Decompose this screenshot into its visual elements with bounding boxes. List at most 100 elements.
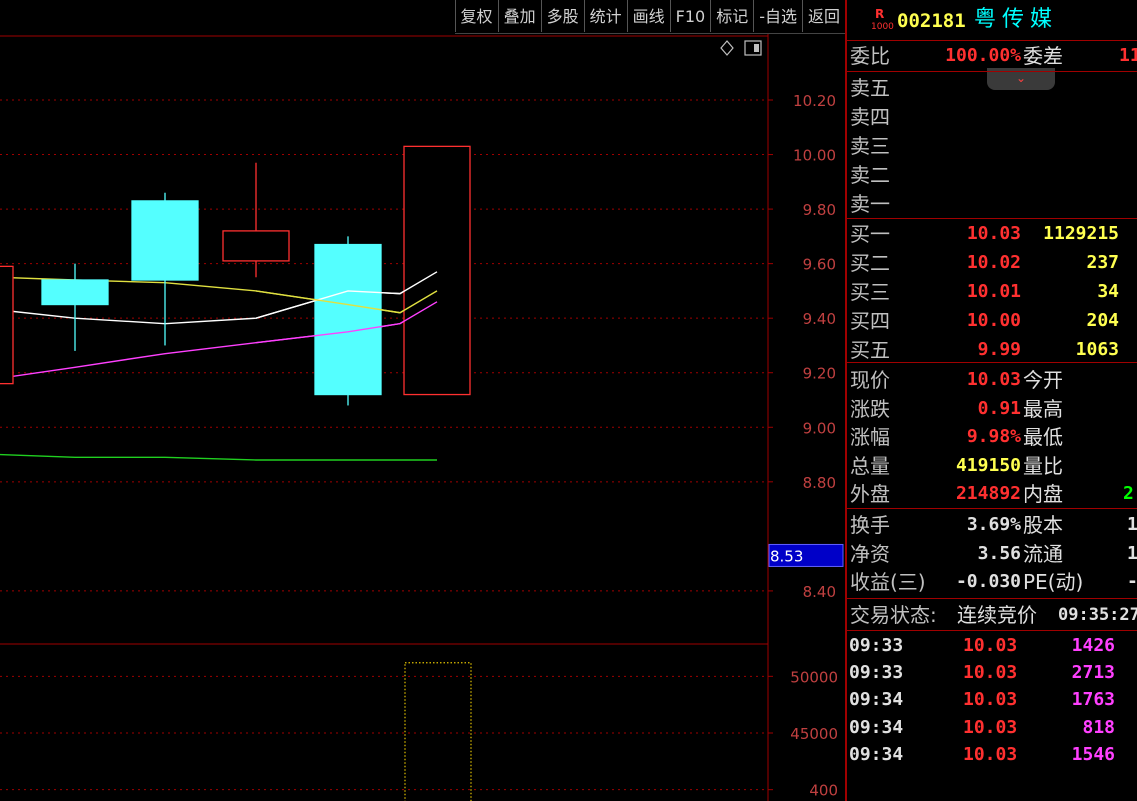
tick-price: 10.03 (963, 689, 1018, 711)
buy-order-label: 买三 (850, 280, 890, 304)
fundamental-stat-row: 换手 3.69% 股本 1 (847, 511, 1137, 539)
toolbar-item-f10[interactable]: F10 (669, 0, 711, 32)
divider (847, 71, 1137, 72)
candle-body (0, 265, 14, 385)
volume-tick-label: 400 (809, 782, 838, 800)
trading-status-value: 连续竞价 (957, 603, 1037, 627)
tick-row: 09:33 10.03 2713 (847, 659, 1137, 687)
price-stat-label2: 最高 (1023, 396, 1063, 421)
tick-price: 10.03 (963, 743, 1018, 765)
sell-order-row: 卖二 (847, 161, 1137, 189)
sell-order-row: 卖四 (847, 103, 1137, 131)
sell-order-label: 卖五 (850, 76, 890, 100)
buy-order-volume: 34 (1097, 281, 1119, 302)
price-stat-row: 外盘 214892内盘 2( (847, 480, 1137, 508)
diamond-icon (720, 40, 734, 56)
fundamental-stat-label: 换手 (850, 513, 890, 537)
buy-order-volume: 204 (1086, 310, 1119, 331)
fundamental-stat-row: 净资 3.56 流通 1 (847, 540, 1137, 568)
price-stat-value: 0.91 (977, 397, 1021, 419)
toolbar-item-restore-rights[interactable]: 复权 (454, 0, 498, 32)
tick-volume: 1546 (1071, 743, 1115, 765)
moving-average-line (0, 453, 437, 461)
panel-toggle-icon-fill (754, 44, 759, 52)
tick-price: 10.03 (963, 716, 1018, 738)
price-tick-label: 8.40 (803, 583, 836, 601)
tick-volume: 1426 (1071, 635, 1115, 656)
price-stat-row: 现价 10.03 今开 (847, 366, 1137, 394)
buy-order-price: 10.03 (966, 223, 1021, 244)
candle-body (314, 243, 382, 396)
sell-order-row: 卖三 (847, 132, 1137, 160)
weibi-value: 100.00% (945, 45, 1021, 66)
fundamental-stat-label2: 股本 (1023, 513, 1063, 537)
fundamental-stat-value2: - (1127, 571, 1137, 592)
fundamental-stat-row: 收益(三) -0.030 PE(动) - (847, 568, 1137, 596)
toolbar-item-overlay[interactable]: 叠加 (497, 0, 541, 32)
r-flag-label: R (875, 7, 885, 21)
tick-row: 09:34 10.03 1546 (847, 741, 1137, 769)
weibi-label: 委比 (850, 44, 890, 68)
candle-body (222, 230, 290, 262)
volume-tick-label: 45000 (790, 725, 838, 743)
fundamental-stat-label2: 流通 (1023, 541, 1063, 566)
sell-order-row: 卖五 (847, 74, 1137, 102)
price-tick-label: 9.00 (803, 419, 836, 437)
divider (847, 598, 1137, 599)
volume-tick-label: 50000 (790, 668, 838, 686)
price-stat-value: 10.03 (966, 369, 1021, 390)
price-tick-label: 10.20 (793, 92, 836, 110)
tick-price: 10.03 (963, 635, 1018, 656)
fundamental-stat-label2: PE(动) (1023, 570, 1084, 594)
candle-body (41, 279, 109, 306)
price-stat-label2: 今开 (1023, 368, 1063, 392)
tick-time: 09:33 (849, 635, 904, 656)
toolbar-item-multi-stock[interactable]: 多股 (540, 0, 584, 32)
volume-bar (404, 662, 472, 801)
stock-header: R 1000 002181 粤传媒 (847, 0, 1137, 40)
divider (847, 218, 1137, 219)
price-stat-value: 214892 (955, 483, 1021, 504)
last-price-marker-label: 8.53 (770, 547, 803, 565)
buy-order-price: 10.01 (966, 281, 1021, 302)
toolbar-item-back[interactable]: 返回 (801, 0, 845, 32)
toolbar-item-mark[interactable]: 标记 (710, 0, 753, 32)
trading-status-time: 09:35:27 (1058, 605, 1137, 625)
divider (847, 40, 1137, 41)
price-stat-row: 涨跌 0.91 最高 (847, 395, 1137, 423)
tick-time: 09:34 (849, 716, 904, 738)
buy-order-price: 9.99 (977, 339, 1021, 360)
tick-row: 09:34 10.03 818 (847, 714, 1137, 742)
weicha-value: 11 (1119, 45, 1137, 66)
buy-order-row: 买三 10.01 34 (847, 278, 1137, 306)
toolbar-item-remove-watchlist[interactable]: -自选 (753, 0, 802, 32)
toolbar-item-draw-line[interactable]: 画线 (626, 0, 670, 32)
fundamental-stat-value2: 1 (1127, 542, 1137, 564)
tick-volume: 2713 (1071, 662, 1115, 684)
tick-time: 09:34 (849, 743, 904, 765)
tick-row: 09:34 10.03 1763 (847, 686, 1137, 714)
fundamental-stat-value2: 1 (1127, 514, 1137, 535)
buy-order-row: 买二 10.02 237 (847, 249, 1137, 277)
fundamental-stat-value: 3.69% (966, 514, 1021, 535)
buy-order-label: 买一 (850, 222, 890, 246)
price-tick-label: 9.80 (803, 201, 836, 219)
tick-volume: 1763 (1071, 689, 1115, 711)
price-stat-label2: 内盘 (1023, 482, 1063, 506)
buy-order-row: 买四 10.00 204 (847, 307, 1137, 335)
price-stat-row: 涨幅 9.98% 最低 (847, 423, 1137, 451)
price-tick-label: 10.00 (793, 147, 836, 165)
price-stat-label: 现价 (850, 368, 890, 392)
price-stat-label: 涨跌 (850, 396, 890, 421)
toolbar-item-statistics[interactable]: 统计 (583, 0, 627, 32)
r-flag-sub: 1000 (871, 22, 894, 32)
price-stat-value: 419150 (955, 454, 1021, 476)
buy-order-label: 买五 (850, 338, 890, 362)
price-stat-label: 总量 (850, 453, 890, 478)
buy-order-row: 买五 9.99 1063 (847, 336, 1137, 364)
buy-order-price: 10.00 (966, 310, 1021, 331)
trading-status-row: 交易状态: 连续竞价 09:35:27 (847, 601, 1137, 629)
buy-order-volume: 1063 (1075, 339, 1119, 360)
kline-chart[interactable]: 10.20 10.00 9.80 9.60 9.40 9.20 9.00 8.80 8.40 50… (0, 0, 845, 801)
kline-chart-area[interactable]: 10.20 10.00 9.80 9.60 9.40 9.20 9.00 8.80 8.40 50… (0, 0, 845, 801)
